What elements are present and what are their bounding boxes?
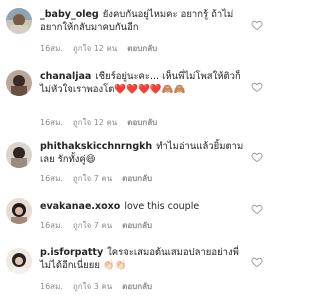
comment-text: love this couple [124,201,200,212]
avatar-photo-icon [6,70,32,96]
avatar[interactable] [6,142,32,168]
comment-username[interactable]: phithakskicchnrngkh [40,141,152,152]
comment-item: evakanae.xoxo love this couple 16สม. ถูกใจ… [0,192,275,238]
comment-username[interactable]: _baby_oleg [40,9,99,20]
comment-meta: 16สม. ถูกใจ 7 คน ตอบกลับ [40,172,162,185]
comment-meta: 16สม. ถูกใจ 7 คน ตอบกลับ [40,219,162,232]
like-heart-icon[interactable] [251,19,263,31]
comment-meta: 16สม. ถูกใจ 3 คน ตอบกลับ [40,280,162,293]
comment-time: 16สม. [40,118,63,127]
comment-time: 16สม. [40,174,63,183]
comment-time: 16สม. [40,44,63,53]
avatar[interactable] [6,8,32,34]
reply-button[interactable]: ตอบกลับ [122,174,152,183]
comment-item: p.isforpatty ใครจะเสมอต้นเสมอปลายอย่างพี่… [0,240,275,300]
avatar-photo-icon [6,142,32,168]
comment-item: phithakskicchnrngkh ทำไมอ่านแล้วยิ้มตามเล… [0,132,275,190]
comment-likes[interactable]: ถูกใจ 12 คน [73,118,117,127]
comment-username[interactable]: chanaljaa [40,71,91,82]
reply-button[interactable]: ตอบกลับ [122,282,152,291]
comment-username[interactable]: p.isforpatty [40,247,103,258]
like-heart-icon[interactable] [251,203,263,215]
comment-likes[interactable]: ถูกใจ 7 คน [73,221,112,230]
comment-meta: 16สม. ถูกใจ 12 คน ตอบกลับ [40,42,167,55]
reply-button[interactable]: ตอบกลับ [122,221,152,230]
avatar[interactable] [6,198,32,224]
like-heart-icon[interactable] [251,256,263,268]
comment-item: _baby_oleg ยังคบกันอยู่ไหมคะ อยากรู้ ถ้าไ… [0,0,275,58]
comment-item: chanaljaa เชียร์อยู่นะคะ... เห็นพี่ไม่โพส… [0,62,275,132]
reply-button[interactable]: ตอบกลับ [127,44,157,53]
avatar-photo-icon [6,198,32,224]
comment-likes[interactable]: ถูกใจ 3 คน [73,282,112,291]
like-heart-icon[interactable] [251,151,263,163]
comment-username[interactable]: evakanae.xoxo [40,201,120,212]
like-heart-icon[interactable] [251,81,263,93]
comment-time: 16สม. [40,282,63,291]
comment-time: 16สม. [40,221,63,230]
comment-likes[interactable]: ถูกใจ 12 คน [73,44,117,53]
comment-likes[interactable]: ถูกใจ 7 คน [73,174,112,183]
comment-meta: 16สม. ถูกใจ 12 คน ตอบกลับ [40,116,167,129]
avatar-photo-icon [6,248,32,274]
reply-button[interactable]: ตอบกลับ [127,118,157,127]
avatar[interactable] [6,70,32,96]
avatar[interactable] [6,248,32,274]
avatar-photo-icon [6,8,32,34]
